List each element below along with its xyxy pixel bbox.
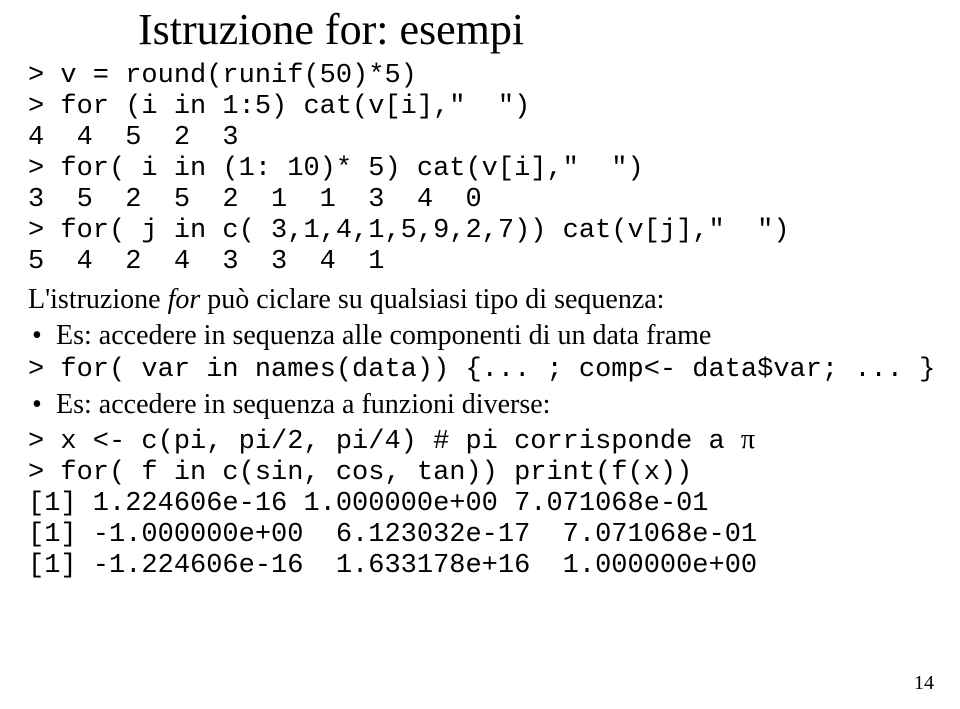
code-block-2: > for( var in names(data)) {... ; comp<-… [28,355,932,386]
body-text-1: L'istruzione for può ciclare su qualsias… [28,282,932,317]
slide-page: Istruzione for: esempi > v = round(runif… [0,0,960,582]
body-text-1b: può ciclare su qualsiasi tipo di sequenz… [200,284,664,315]
code3-part-b: > for( f in c(sin, cos, tan)) print(f(x)… [28,458,757,581]
body-text-1a: L'istruzione [28,284,168,315]
bullet-item-2: Es: accedere in sequenza a funzioni dive… [28,388,932,422]
bullet-list-2: Es: accedere in sequenza a funzioni dive… [28,388,932,422]
page-number: 14 [914,672,934,695]
code-block-3: > x <- c(pi, pi/2, pi/4) # pi corrispond… [28,424,932,582]
bullet-item-1: Es: accedere in sequenza alle componenti… [28,319,932,353]
code3-part-a: > x <- c(pi, pi/2, pi/4) # pi corrispond… [28,427,741,457]
code-block-1: > v = round(runif(50)*5) > for (i in 1:5… [28,61,932,278]
pi-symbol: π [741,424,755,455]
body-text-1-italic: for [168,284,201,315]
page-title: Istruzione for: esempi [138,4,932,55]
bullet-list-1: Es: accedere in sequenza alle componenti… [28,319,932,353]
